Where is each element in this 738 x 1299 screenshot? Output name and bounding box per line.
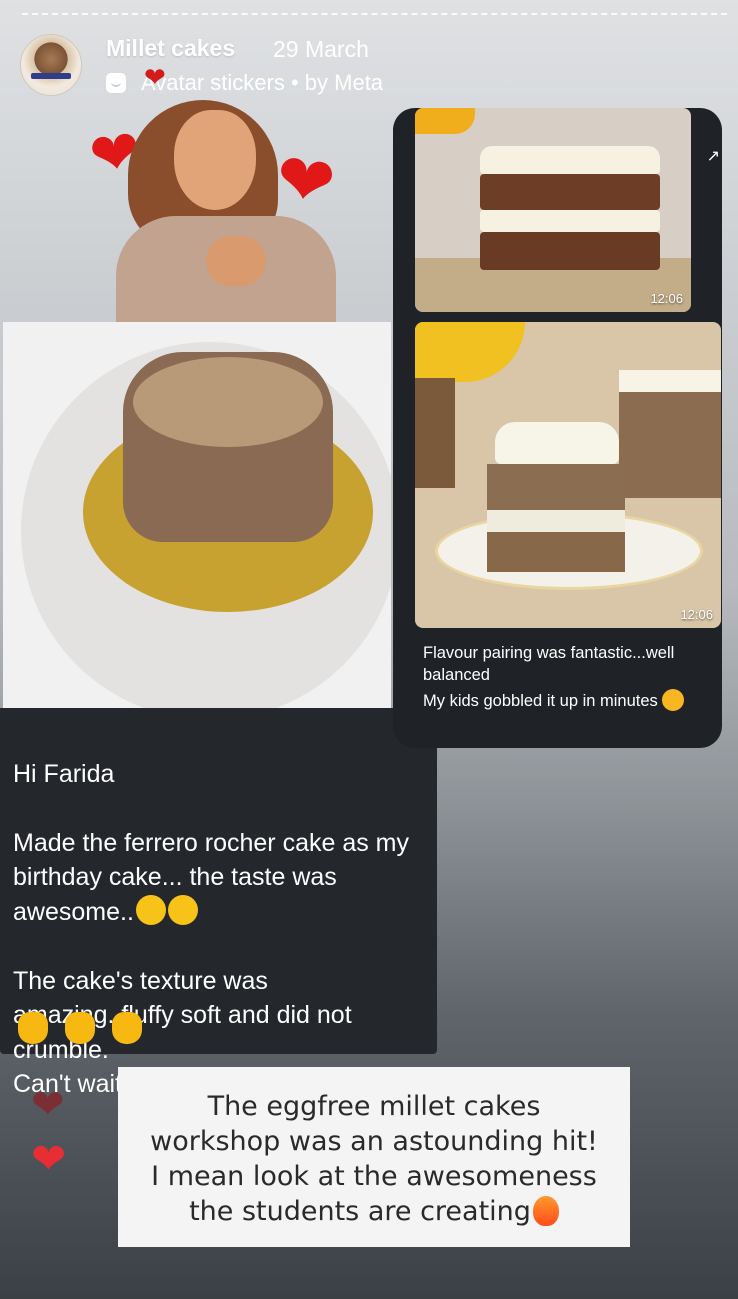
caption-line-2: My kids gobbled it up in minutes — [423, 692, 658, 710]
heart-icon[interactable]: ❤ — [31, 1085, 65, 1125]
cream-layer — [487, 510, 625, 532]
wooden-vase — [415, 378, 455, 488]
sponge-layer — [480, 232, 660, 270]
story-text-line-1: The eggfree millet cakes — [207, 1091, 541, 1122]
layer-cake-photo[interactable]: 12:06 — [415, 108, 691, 312]
caption-line-1: Flavour pairing was fantastic...well bal… — [423, 644, 675, 684]
top-dashed-divider — [22, 13, 727, 15]
flower-decoration — [415, 108, 475, 134]
sponge-layer — [480, 174, 660, 210]
message-timestamp: 12:06 — [650, 291, 683, 306]
cream-top — [495, 422, 619, 464]
profile-avatar[interactable] — [20, 34, 82, 96]
heart-icon: ❤ — [144, 62, 166, 92]
story-text-line-3: I mean look at the awesomeness — [151, 1161, 597, 1192]
left-message-bubble: Hi Farida Made the ferrero rocher cake a… — [0, 708, 437, 1098]
account-name[interactable]: Millet cakes — [106, 35, 235, 62]
background-cake — [619, 370, 721, 498]
right-chat-screenshot: ↗ 12:06 12:06 Flavour pairing was fantas… — [393, 108, 722, 748]
smile-emoji-icon — [167, 894, 198, 925]
avatar-sticker-icon — [106, 73, 126, 93]
heart-icon[interactable]: ❤ — [31, 1138, 66, 1180]
ok-hand-emoji-icon — [18, 1012, 48, 1044]
cake-photo-left — [3, 322, 391, 708]
ferrero-cake-top — [133, 357, 323, 447]
sponge-layer — [487, 532, 625, 572]
right-message-caption: Flavour pairing was fantastic...well bal… — [423, 642, 715, 712]
story-text: The eggfree millet cakes workshop was an… — [118, 1089, 630, 1229]
avatar-sticker — [116, 96, 341, 328]
cake-slice — [487, 422, 627, 577]
flower-decoration — [415, 322, 525, 382]
heart-face-emoji-icon — [661, 689, 684, 711]
avatar-face — [174, 110, 256, 210]
story-text-box: The eggfree millet cakes workshop was an… — [118, 1067, 630, 1247]
avatar-hands — [206, 236, 266, 286]
story-header: Millet cakes 29 March Avatar stickers • … — [18, 30, 718, 100]
message-timestamp: 12:06 — [680, 607, 713, 622]
share-icon[interactable]: ↗ — [707, 146, 720, 166]
layer-cake — [480, 146, 660, 271]
fire-emoji-icon — [532, 1196, 559, 1226]
sticker-attribution[interactable]: Avatar stickers • by Meta — [141, 70, 383, 96]
cake-slice-photo[interactable]: 12:06 — [415, 322, 721, 628]
ok-hand-emoji-icon — [65, 1012, 95, 1044]
sponge-layer — [487, 464, 625, 510]
message-line-2: Made the ferrero rocher cake as my birth… — [13, 828, 409, 926]
emoji-row — [18, 1012, 159, 1049]
ok-hand-emoji-icon — [112, 1012, 142, 1044]
story-text-line-4: the students are creating — [189, 1196, 531, 1227]
smile-emoji-icon — [135, 894, 166, 925]
post-date: 29 March — [273, 36, 369, 62]
story-text-line-2: workshop was an astounding hit! — [150, 1126, 598, 1157]
cream-layer — [480, 210, 660, 232]
message-greeting: Hi Farida — [13, 759, 115, 788]
cream-layer — [480, 146, 660, 174]
